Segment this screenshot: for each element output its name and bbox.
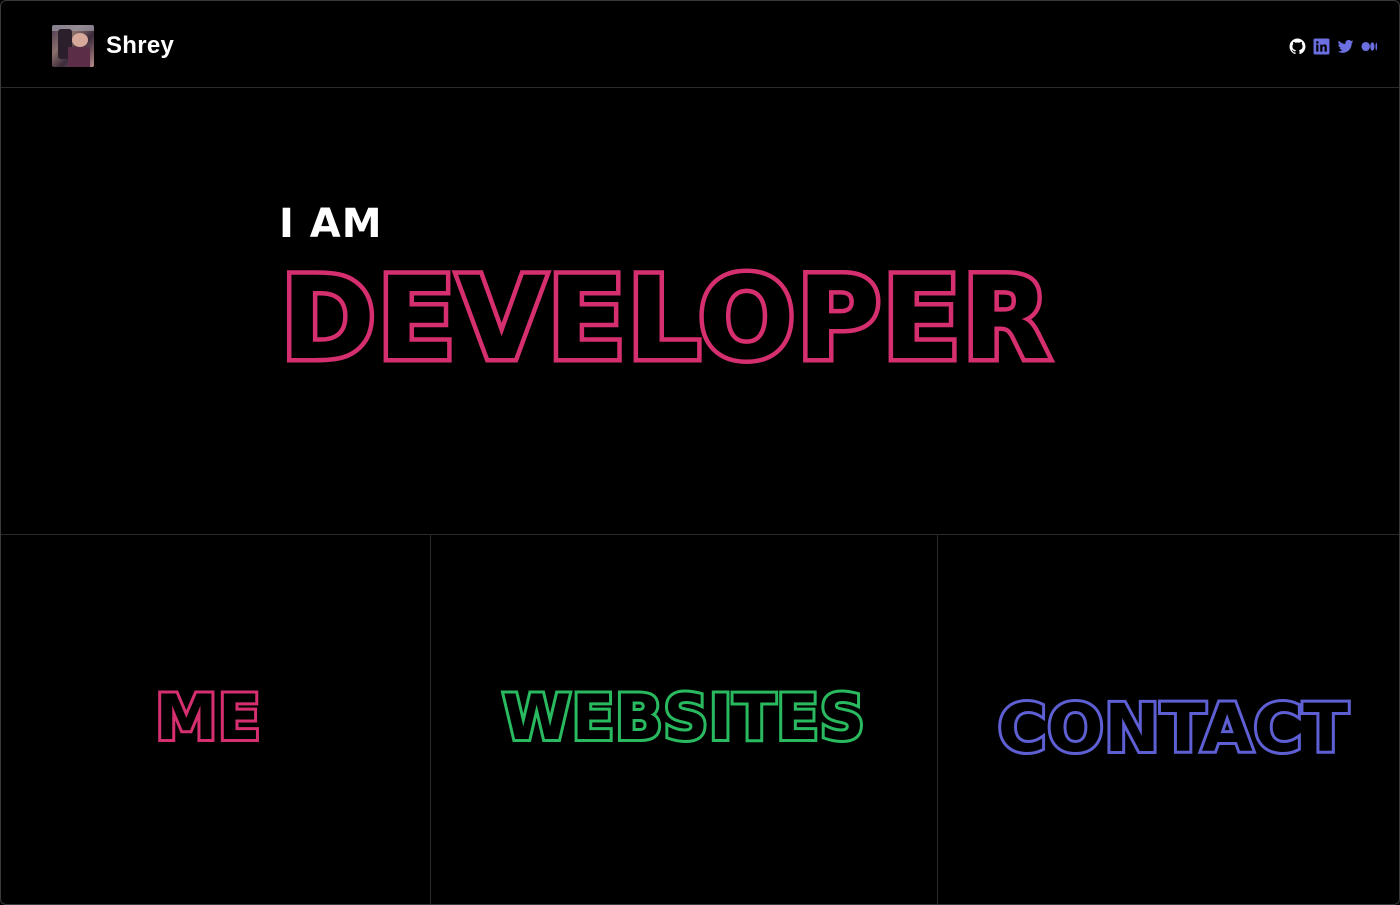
github-link[interactable] <box>1289 38 1306 55</box>
hero-title: DEVELOPER <box>276 248 1054 390</box>
navbar: Shrey <box>1 1 1399 88</box>
page-frame: Shrey I AM DEVELOPER ME WEBSITES CONTACT <box>0 0 1400 905</box>
nav-tiles: ME WEBSITES CONTACT <box>1 535 1399 904</box>
me-tile[interactable]: ME <box>1 535 431 904</box>
social-links <box>1289 38 1378 55</box>
hero-section: I AM DEVELOPER <box>1 89 1399 535</box>
twitter-icon <box>1337 39 1354 53</box>
linkedin-link[interactable] <box>1313 38 1330 55</box>
medium-icon <box>1361 41 1378 52</box>
github-icon <box>1289 38 1306 55</box>
websites-tile-label: WEBSITES <box>499 679 867 755</box>
hero-prefix: I AM <box>279 201 383 247</box>
brand-name: Shrey <box>106 32 175 59</box>
brand-link[interactable]: Shrey <box>52 25 174 67</box>
contact-tile[interactable]: CONTACT <box>938 535 1399 904</box>
me-tile-label: ME <box>152 679 263 755</box>
linkedin-icon <box>1313 38 1330 55</box>
twitter-link[interactable] <box>1337 38 1354 55</box>
contact-tile-label: CONTACT <box>995 689 1351 767</box>
medium-link[interactable] <box>1361 38 1378 55</box>
websites-tile[interactable]: WEBSITES <box>431 535 938 904</box>
avatar <box>52 25 94 67</box>
